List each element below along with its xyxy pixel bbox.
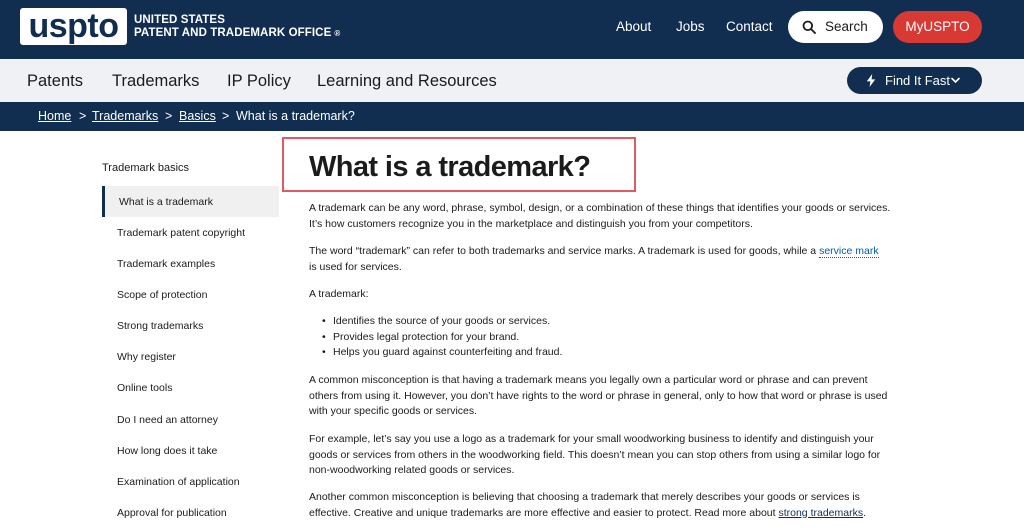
paragraph-text: A common misconception is that having a … bbox=[309, 374, 868, 386]
sidebar-item-need-attorney[interactable]: Do I need an attorney bbox=[117, 414, 218, 426]
breadcrumb: Home > Trademarks > Basics > What is a t… bbox=[0, 102, 1024, 131]
org-name-line1: UNITED STATES bbox=[134, 14, 225, 26]
paragraph-text: goods or services from others in the woo… bbox=[309, 448, 881, 461]
nav-ip-policy[interactable]: IP Policy bbox=[227, 72, 291, 90]
breadcrumb-separator: > bbox=[79, 109, 87, 123]
sidebar-item-approval-publication[interactable]: Approval for publication bbox=[117, 507, 227, 519]
sidebar-item-scope-of-protection[interactable]: Scope of protection bbox=[117, 289, 207, 301]
breadcrumb-home[interactable]: Home bbox=[38, 110, 71, 123]
chevron-down-icon bbox=[951, 77, 960, 84]
trademark-list-intro: A trademark: bbox=[309, 288, 369, 300]
list-item: Provides legal protection for your brand… bbox=[322, 330, 622, 346]
jobs-link[interactable]: Jobs bbox=[676, 20, 705, 34]
find-it-fast-label: Find It Fast bbox=[885, 73, 951, 88]
contact-link[interactable]: Contact bbox=[726, 20, 773, 34]
intro-paragraph: A trademark can be any word, phrase, sym… bbox=[309, 201, 909, 232]
paragraph-text: Another common misconception is believin… bbox=[309, 491, 860, 503]
main-nav: Patents Trademarks IP Policy Learning an… bbox=[0, 59, 1024, 102]
sidebar-item-trademark-examples[interactable]: Trademark examples bbox=[117, 258, 215, 270]
breadcrumb-current: What is a trademark? bbox=[236, 109, 355, 123]
search-icon bbox=[802, 20, 816, 34]
myuspto-button[interactable]: MyUSPTO bbox=[893, 11, 982, 43]
nav-trademarks[interactable]: Trademarks bbox=[112, 72, 199, 90]
sidebar-item-what-is-a-trademark[interactable]: What is a trademark bbox=[119, 196, 213, 208]
trademark-term-paragraph: The word “trademark” can refer to both t… bbox=[309, 244, 909, 275]
service-mark-link[interactable]: service mark bbox=[819, 245, 879, 258]
example-paragraph: For example, let’s say you use a logo as… bbox=[309, 432, 909, 479]
page-title: What is a trademark? bbox=[309, 151, 591, 183]
sidebar-item-strong-trademarks[interactable]: Strong trademarks bbox=[117, 320, 203, 332]
paragraph-text: effective. Creative and unique trademark… bbox=[309, 506, 779, 519]
search-button-label: Search bbox=[825, 19, 868, 34]
nav-learning-resources[interactable]: Learning and Resources bbox=[317, 72, 497, 90]
breadcrumb-trademarks[interactable]: Trademarks bbox=[92, 110, 158, 123]
paragraph-text: with your specific goods or services. bbox=[309, 405, 478, 417]
org-name-line2: PATENT AND TRADEMARK OFFICE bbox=[134, 26, 332, 39]
paragraph-text: others from using it. However, you don’t… bbox=[309, 389, 888, 402]
descriptive-misconception-paragraph: Another common misconception is believin… bbox=[309, 490, 909, 521]
about-link[interactable]: About bbox=[616, 20, 651, 34]
nav-patents[interactable]: Patents bbox=[27, 72, 83, 90]
misconception-paragraph: A common misconception is that having a … bbox=[309, 373, 909, 420]
list-item: Helps you guard against counterfeiting a… bbox=[322, 345, 622, 361]
strong-trademarks-link[interactable]: strong trademarks bbox=[778, 507, 863, 519]
sidebar-item-how-long[interactable]: How long does it take bbox=[117, 445, 217, 457]
lightning-bolt-icon bbox=[866, 74, 876, 87]
intro-line: It’s how customers recognize you in the … bbox=[309, 217, 753, 230]
paragraph-text: is used for services. bbox=[309, 260, 402, 273]
registered-mark: ® bbox=[334, 28, 341, 38]
list-item: Identifies the source of your goods or s… bbox=[322, 314, 622, 330]
trademark-benefits-list: Identifies the source of your goods or s… bbox=[322, 314, 622, 361]
paragraph-text: The word “trademark” can refer to both t… bbox=[309, 245, 820, 257]
paragraph-text: . bbox=[863, 506, 867, 519]
sidebar-item-trademark-patent-copyright[interactable]: Trademark patent copyright bbox=[117, 227, 245, 239]
paragraph-text: For example, let’s say you use a logo as… bbox=[309, 433, 874, 445]
sidebar-item-online-tools[interactable]: Online tools bbox=[117, 382, 172, 394]
breadcrumb-basics[interactable]: Basics bbox=[179, 110, 216, 123]
breadcrumb-separator: > bbox=[222, 109, 230, 123]
intro-line: A trademark can be any word, phrase, sym… bbox=[309, 202, 891, 214]
sidebar-item-why-register[interactable]: Why register bbox=[117, 351, 176, 363]
breadcrumb-separator: > bbox=[165, 109, 173, 123]
uspto-logo[interactable]: uspto bbox=[20, 8, 127, 45]
sidebar-item-examination[interactable]: Examination of application bbox=[117, 476, 240, 488]
top-header: uspto UNITED STATES PATENT AND TRADEMARK… bbox=[0, 0, 1024, 59]
paragraph-text: non-woodworking related goods or service… bbox=[309, 464, 515, 476]
find-it-fast-button[interactable]: Find It Fast bbox=[847, 67, 982, 94]
search-button[interactable]: Search bbox=[788, 11, 883, 43]
org-name: UNITED STATES PATENT AND TRADEMARK OFFIC… bbox=[134, 14, 340, 40]
sidebar-title: Trademark basics bbox=[102, 162, 190, 174]
